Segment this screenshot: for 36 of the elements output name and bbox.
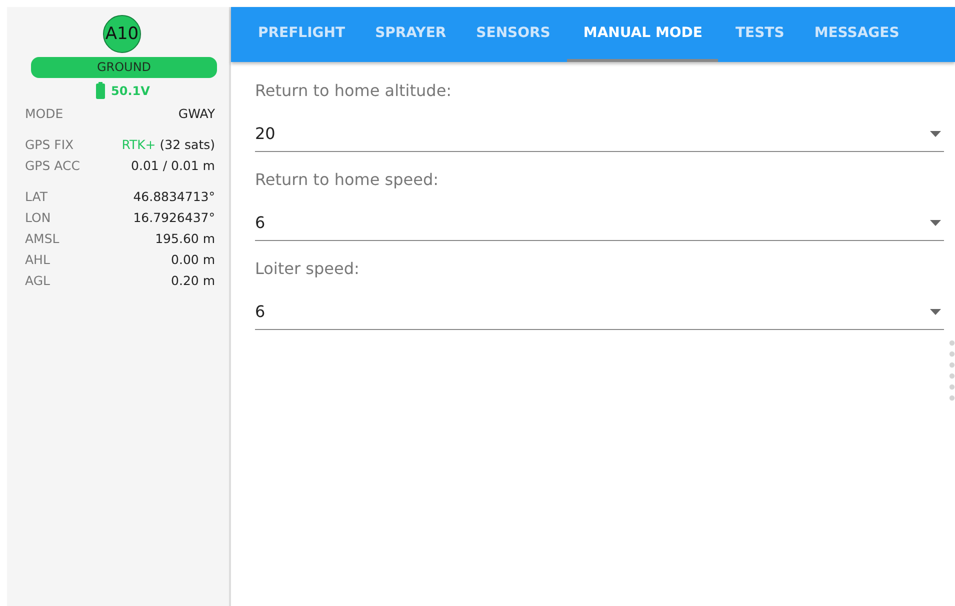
telemetry-label: LAT xyxy=(25,188,48,206)
dropdown-arrow-icon xyxy=(930,130,941,136)
tab[interactable]: PREFLIGHT xyxy=(245,7,358,62)
tab[interactable]: MESSAGES xyxy=(801,7,912,62)
field-label: Loiter speed: xyxy=(255,258,360,280)
select-field[interactable]: 6 xyxy=(255,211,944,241)
status-pill: GROUND xyxy=(31,57,217,78)
telemetry-label: GPS FIX xyxy=(25,136,74,154)
battery-voltage: 50.1V xyxy=(111,84,150,98)
telemetry-label: AMSL xyxy=(25,230,60,248)
telemetry-value: GWAY xyxy=(178,105,215,123)
telemetry-value: 16.7926437° xyxy=(133,209,215,227)
select-field[interactable]: 6 xyxy=(255,300,944,330)
dropdown-arrow-icon xyxy=(930,220,941,226)
telemetry-value: 195.60 m xyxy=(155,230,215,248)
tab[interactable]: TESTS xyxy=(722,7,798,62)
telemetry-value: 0.20 m xyxy=(171,272,215,290)
telemetry-label: GPS ACC xyxy=(25,157,80,175)
select-field[interactable]: 20 xyxy=(255,122,944,152)
tab[interactable]: SPRAYER xyxy=(362,7,460,62)
telemetry-value: 0.00 m xyxy=(171,251,215,269)
telemetry-value: 0.01 / 0.01 m xyxy=(131,157,215,175)
tab[interactable]: MANUAL MODE xyxy=(567,7,718,62)
telemetry-value: RTK+ (32 sats) xyxy=(122,136,215,154)
telemetry-label: MODE xyxy=(25,105,64,123)
tab[interactable]: SENSORS xyxy=(463,7,564,62)
telemetry-value: 46.8834713° xyxy=(133,188,215,206)
field-label: Return to home speed: xyxy=(255,169,440,191)
drag-handle-icon[interactable] xyxy=(949,338,955,402)
dropdown-arrow-icon xyxy=(930,308,941,314)
telemetry-label: AHL xyxy=(25,251,50,269)
telemetry-label: LON xyxy=(25,209,51,227)
battery-icon xyxy=(96,82,106,99)
vehicle-badge: A10 xyxy=(103,15,141,53)
field-label: Return to home altitude: xyxy=(255,80,453,102)
telemetry-label: AGL xyxy=(25,272,50,290)
